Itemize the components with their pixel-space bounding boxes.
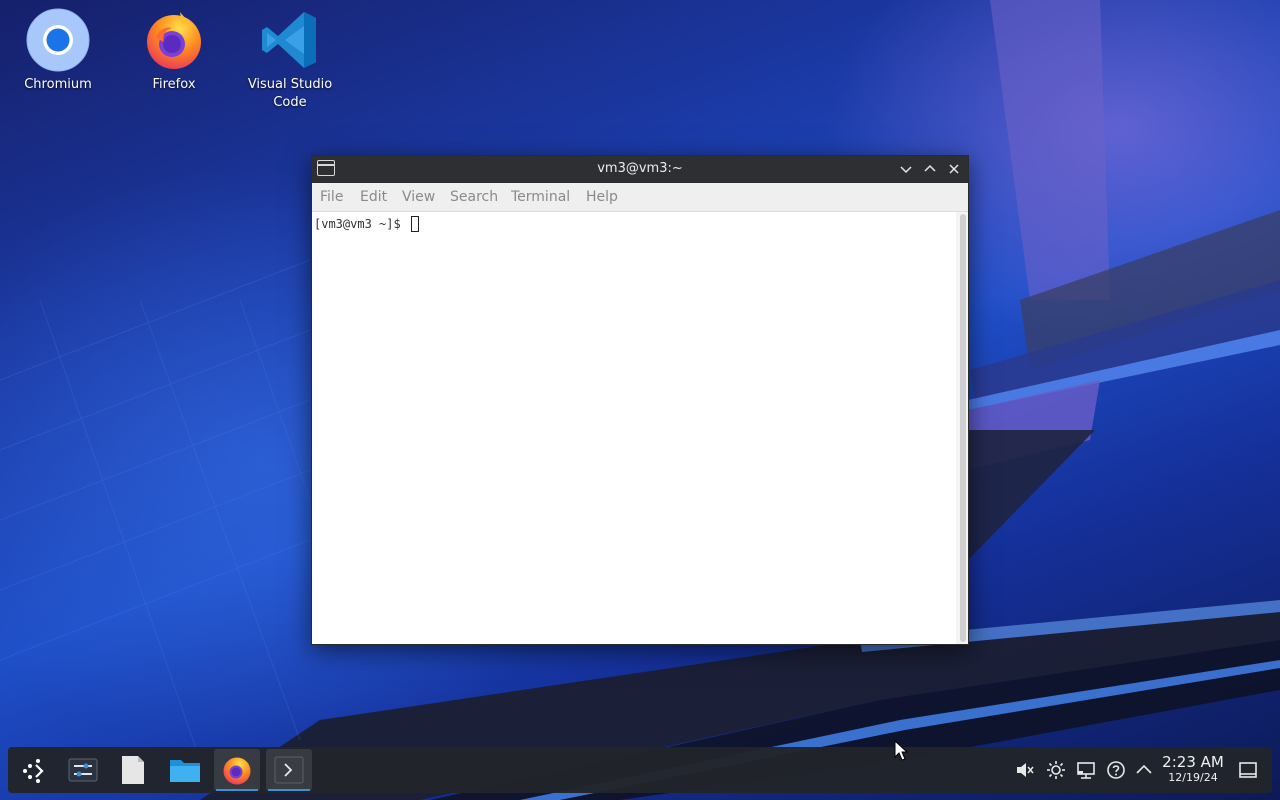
maximize-icon[interactable] [920, 159, 940, 179]
scrollbar-thumb[interactable] [960, 214, 966, 642]
file-manager-icon[interactable] [162, 749, 208, 791]
desktop-icon-firefox[interactable]: Firefox [124, 8, 224, 94]
volume-muted-icon[interactable] [1014, 759, 1036, 781]
mouse-pointer-icon [894, 740, 909, 761]
taskbar: 2:23 AM 12/19/24 [8, 747, 1272, 793]
desktop-icon-label: Visual Studio Code [247, 77, 333, 110]
taskbar-firefox[interactable] [214, 749, 260, 791]
text-cursor [410, 216, 419, 232]
desktop-icon-chromium[interactable]: Chromium [8, 8, 108, 94]
chromium-icon [26, 8, 90, 72]
firefox-icon [223, 757, 251, 785]
menu-edit[interactable]: Edit [360, 189, 387, 205]
menu-file[interactable]: File [320, 189, 343, 205]
terminal-window[interactable]: vm3@vm3:~ File Edit View Search Terminal… [311, 155, 969, 645]
desktop-icon-label: Firefox [152, 77, 196, 92]
terminal-output[interactable]: [vm3@vm3 ~]$ [312, 212, 956, 644]
close-icon[interactable] [944, 159, 964, 179]
digital-clock[interactable]: 2:23 AM 12/19/24 [1158, 753, 1228, 785]
application-launcher-icon[interactable] [12, 749, 58, 791]
network-icon[interactable] [1075, 759, 1097, 781]
show-hidden-icons[interactable] [1133, 759, 1155, 781]
clock-time: 2:23 AM [1162, 753, 1224, 771]
minimize-icon[interactable] [896, 159, 916, 179]
settings-icon[interactable] [60, 749, 106, 791]
scrollbar[interactable] [956, 212, 968, 644]
window-titlebar[interactable]: vm3@vm3:~ [312, 156, 968, 183]
shell-prompt: [vm3@vm3 ~]$ [314, 217, 408, 231]
desktop: Chromium Firefox Visual Studio Code vm3@… [0, 0, 1280, 800]
desktop-icon-vscode[interactable]: Visual Studio Code [240, 8, 340, 112]
menu-search[interactable]: Search [450, 189, 498, 205]
menu-terminal[interactable]: Terminal [511, 189, 570, 205]
window-title: vm3@vm3:~ [597, 161, 683, 176]
brightness-icon[interactable] [1045, 759, 1067, 781]
firefox-icon [142, 8, 206, 72]
terminal-icon[interactable] [266, 749, 312, 791]
menu-help[interactable]: Help [586, 189, 618, 205]
menu-view[interactable]: View [402, 189, 435, 205]
prompt-line: [vm3@vm3 ~]$ [314, 216, 419, 232]
clock-date: 12/19/24 [1168, 771, 1218, 784]
help-icon[interactable] [1105, 759, 1127, 781]
text-editor-icon[interactable] [110, 749, 156, 791]
menu-bar: File Edit View Search Terminal Help [312, 183, 968, 212]
show-desktop-icon[interactable] [1237, 759, 1259, 781]
vscode-icon [258, 8, 322, 72]
desktop-icon-label: Chromium [24, 77, 92, 92]
